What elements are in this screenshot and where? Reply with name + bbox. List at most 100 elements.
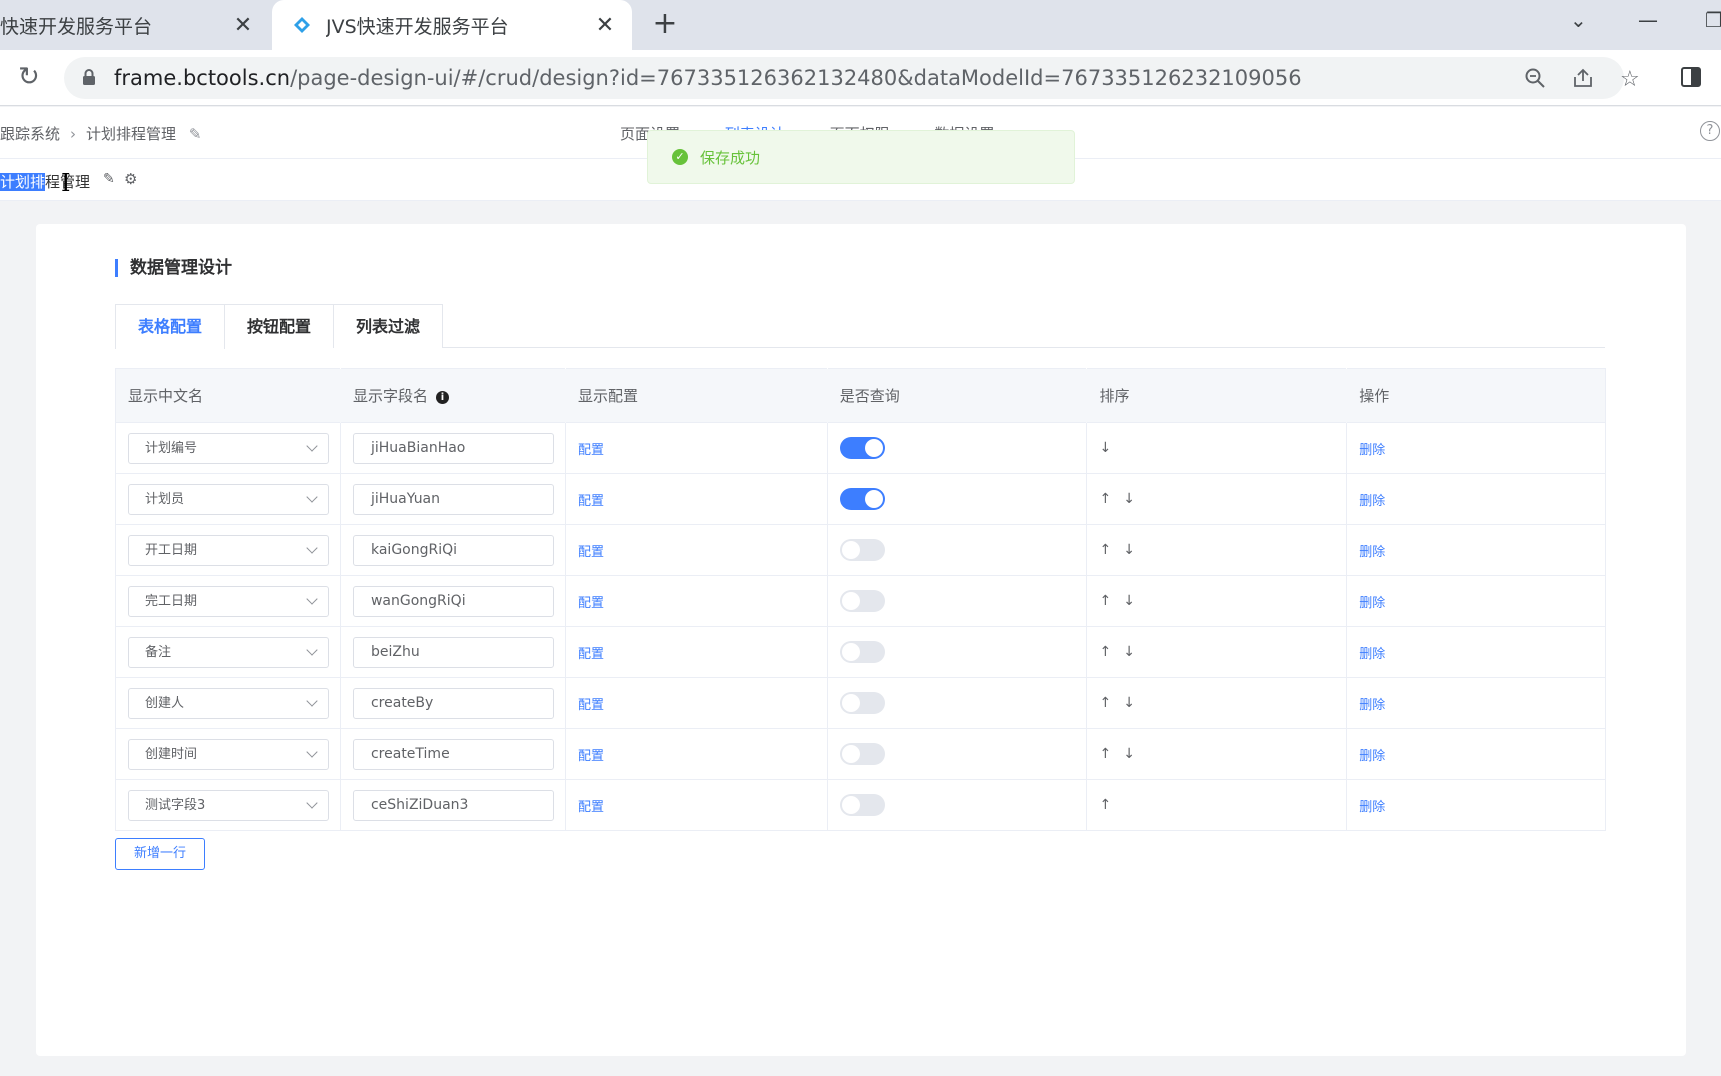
config-link[interactable]: 配置 [578,647,604,662]
arrow-up-icon[interactable]: ↑ [1099,644,1111,660]
arrow-down-icon[interactable]: ↓ [1123,746,1135,762]
query-toggle[interactable] [839,437,885,459]
toggle-knob [841,592,860,610]
query-toggle[interactable] [839,590,885,612]
browser-tab[interactable]: 快速开发服务平台 ✕ [0,0,270,50]
field-name-input[interactable]: wanGongRiQi [352,585,554,617]
label-select[interactable]: 创建人 [128,687,329,719]
arrow-down-icon[interactable]: ↓ [1123,542,1135,558]
edit-icon[interactable]: ✎ [189,125,202,143]
query-cell [826,779,1087,831]
arrow-down-icon[interactable]: ↓ [1099,440,1111,456]
arrow-up-icon[interactable]: ↑ [1099,695,1111,711]
field-name-input[interactable]: ceShiZiDuan3 [352,789,554,821]
close-tab-icon[interactable]: ✕ [230,12,256,38]
edit-icon[interactable]: ✎ [103,171,115,187]
query-toggle[interactable] [839,488,885,510]
label-select[interactable]: 计划员 [128,483,329,515]
browser-tab-active[interactable]: JVS快速开发服务平台 ✕ [272,0,632,50]
field-name-input[interactable]: createBy [352,687,554,719]
delete-link[interactable]: 删除 [1359,443,1385,458]
label-select[interactable]: 备注 [128,636,329,668]
action-cell: 删除 [1346,524,1606,576]
arrow-up-icon[interactable]: ↑ [1099,593,1111,609]
browser-tab-title: 快速开发服务平台 [0,15,153,38]
field-name-input[interactable]: beiZhu [352,636,554,668]
tab-search-icon[interactable]: ⌄ [1570,8,1587,32]
config-link[interactable]: 配置 [578,596,604,611]
url-text[interactable]: frame.bctools.cn/page-design-ui/#/crud/d… [114,66,1302,90]
query-toggle[interactable] [839,539,885,561]
config-link[interactable]: 配置 [578,698,604,713]
arrow-up-icon[interactable]: ↑ [1099,542,1111,558]
config-cell: 配置 [564,422,828,474]
minimize-icon[interactable]: — [1638,8,1658,32]
zoom-icon[interactable] [1524,67,1546,95]
share-icon[interactable] [1572,67,1594,95]
query-toggle[interactable] [839,692,885,714]
config-link[interactable]: 配置 [578,494,604,509]
delete-link[interactable]: 删除 [1359,647,1385,662]
arrow-down-icon[interactable]: ↓ [1123,644,1135,660]
chevron-down-icon [306,439,318,452]
breadcrumb-item[interactable]: 跟踪系统 [0,125,60,143]
label-select[interactable]: 测试字段3 [128,789,329,821]
side-panel-icon[interactable] [1680,66,1702,92]
config-link[interactable]: 配置 [578,800,604,815]
arrow-down-icon[interactable]: ↓ [1123,593,1135,609]
add-row-button[interactable]: 新增一行 [115,838,205,870]
arrow-down-icon[interactable]: ↓ [1123,491,1135,507]
toggle-knob [841,796,860,814]
config-link[interactable]: 配置 [578,545,604,560]
query-cell [826,473,1087,525]
config-link[interactable]: 配置 [578,749,604,764]
label-select[interactable]: 完工日期 [128,585,329,617]
delete-link[interactable]: 删除 [1359,749,1385,764]
label-select[interactable]: 创建时间 [128,738,329,770]
field-name-input[interactable]: kaiGongRiQi [352,534,554,566]
label-select[interactable]: 开工日期 [128,534,329,566]
tab-list-filter[interactable]: 列表过滤 [333,304,443,348]
action-cell: 删除 [1346,626,1606,678]
query-toggle[interactable] [839,641,885,663]
browser-tab-title: JVS快速开发服务平台 [326,15,509,38]
arrow-up-icon[interactable]: ↑ [1099,491,1111,507]
toggle-knob [841,745,860,763]
close-tab-icon[interactable]: ✕ [592,12,618,38]
info-icon[interactable]: i [436,391,449,404]
query-toggle[interactable] [839,743,885,765]
chevron-down-icon [306,541,318,554]
field-name-input[interactable]: jiHuaBianHao [352,432,554,464]
delete-link[interactable]: 删除 [1359,596,1385,611]
success-toast: ✓ 保存成功 [647,130,1075,184]
field-cell: createTime [339,728,566,780]
delete-link[interactable]: 删除 [1359,698,1385,713]
page-name[interactable]: 计划排程管理 [0,171,90,192]
arrow-up-icon[interactable]: ↑ [1099,746,1111,762]
toast-message: 保存成功 [700,148,761,167]
field-name-input[interactable]: createTime [352,738,554,770]
table-row: 计划编号 jiHuaBianHao 配置 ↓ 删除 [115,422,1606,474]
query-cell [826,626,1087,678]
query-toggle[interactable] [839,794,885,816]
sort-controls: ↑ ↓ [1099,695,1146,711]
bookmark-star-icon[interactable]: ☆ [1620,67,1640,92]
config-link[interactable]: 配置 [578,443,604,458]
tab-table-config[interactable]: 表格配置 [115,304,225,349]
tab-button-config[interactable]: 按钮配置 [224,304,334,348]
address-bar[interactable]: frame.bctools.cn/page-design-ui/#/crud/d… [64,57,1640,99]
arrow-up-icon[interactable]: ↑ [1099,797,1111,813]
gear-icon[interactable]: ⚙ [124,170,137,188]
delete-link[interactable]: 删除 [1359,494,1385,509]
reload-icon[interactable]: ↻ [18,62,40,92]
arrow-down-icon[interactable]: ↓ [1123,695,1135,711]
new-tab-icon[interactable]: + [650,9,680,40]
query-cell [826,575,1087,627]
restore-icon[interactable]: ❐ [1705,8,1721,32]
delete-link[interactable]: 删除 [1359,800,1385,815]
delete-link[interactable]: 删除 [1359,545,1385,560]
label-select[interactable]: 计划编号 [128,432,329,464]
lock-icon[interactable] [82,68,96,90]
field-name-input[interactable]: jiHuaYuan [352,483,554,515]
help-icon[interactable]: ? [1700,121,1720,141]
